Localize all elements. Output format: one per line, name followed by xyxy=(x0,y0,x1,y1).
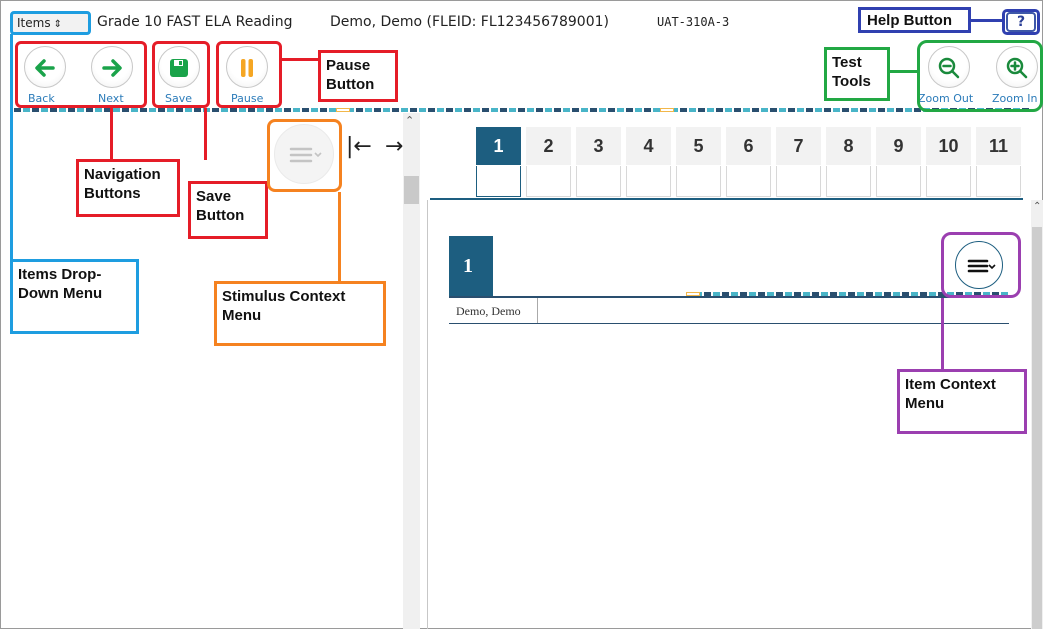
question-tab-9[interactable]: 9 xyxy=(876,127,921,165)
question-tab-3[interactable]: 3 xyxy=(576,127,621,165)
annotation-save-button: Save Button xyxy=(188,181,268,239)
annotation-tools-outline xyxy=(917,40,1043,112)
question-tab-status xyxy=(876,166,921,197)
question-tab-status xyxy=(676,166,721,197)
question-tab-4[interactable]: 4 xyxy=(626,127,671,165)
question-tab-2[interactable]: 2 xyxy=(526,127,571,165)
annotation-stimulus-context-menu: Stimulus Context Menu xyxy=(214,281,386,346)
question-tab-10[interactable]: 10 xyxy=(926,127,971,165)
scroll-up-icon[interactable]: ⌃ xyxy=(405,114,414,127)
annotation-connector xyxy=(970,19,1003,22)
annotation-item-outline xyxy=(941,232,1021,298)
question-tab-status xyxy=(476,166,521,197)
annotation-connector xyxy=(110,108,113,160)
annotation-connector xyxy=(282,58,319,61)
item-number: 1 xyxy=(449,236,493,297)
item-student-name: Demo, Demo xyxy=(449,298,538,324)
annotation-stimulus-outline xyxy=(267,119,342,192)
session-id: UAT-310A-3 xyxy=(657,15,730,29)
right-scrollbar-thumb[interactable] xyxy=(1032,227,1042,629)
tabs-baseline xyxy=(430,198,1023,200)
progress-marker xyxy=(660,108,674,112)
question-tab-7[interactable]: 7 xyxy=(776,127,821,165)
annotation-connector xyxy=(941,298,944,370)
question-tab-8[interactable]: 8 xyxy=(826,127,871,165)
panel-expand-controls: |← →| xyxy=(346,134,411,159)
scroll-up-icon[interactable]: ⌃ xyxy=(1033,201,1041,212)
question-tab-status xyxy=(576,166,621,197)
question-tab-status xyxy=(826,166,871,197)
student-info: Demo, Demo (FLEID: FL123456789001) xyxy=(330,14,609,30)
progress-marker xyxy=(336,108,350,112)
annotation-help-outline xyxy=(1002,9,1040,35)
question-tab-status xyxy=(526,166,571,197)
question-tab-status xyxy=(776,166,821,197)
collapse-left-icon[interactable]: |← xyxy=(346,134,372,159)
item-subheader-rule xyxy=(449,323,1009,324)
annotation-nav-outline xyxy=(15,41,147,108)
progress-stripe xyxy=(14,108,1030,112)
question-tab-11[interactable]: 11 xyxy=(976,127,1021,165)
question-tab-6[interactable]: 6 xyxy=(726,127,771,165)
annotation-pause-button: Pause Button xyxy=(318,50,398,102)
annotation-test-tools: Test Tools xyxy=(824,47,890,101)
panel-divider[interactable] xyxy=(427,200,428,629)
question-tab-status xyxy=(626,166,671,197)
question-tab-status xyxy=(976,166,1021,197)
annotation-help-button: Help Button xyxy=(858,7,971,33)
annotation-items-outline xyxy=(10,11,91,35)
annotation-connector xyxy=(204,108,207,160)
left-scrollbar-thumb[interactable] xyxy=(404,176,419,204)
annotation-connector xyxy=(889,70,918,73)
annotation-connector xyxy=(10,34,13,260)
annotation-item-context-menu: Item Context Menu xyxy=(897,369,1027,434)
annotation-navigation-buttons: Navigation Buttons xyxy=(76,159,180,217)
question-tab-status xyxy=(726,166,771,197)
question-tab-1[interactable]: 1 xyxy=(476,127,521,165)
annotation-connector xyxy=(338,192,341,282)
annotation-save-outline xyxy=(152,41,210,108)
question-tab-5[interactable]: 5 xyxy=(676,127,721,165)
annotation-pause-outline xyxy=(216,41,282,108)
question-tab-status xyxy=(926,166,971,197)
annotation-items-dropdown: Items Drop-Down Menu xyxy=(10,259,139,334)
test-title: Grade 10 FAST ELA Reading xyxy=(97,14,293,30)
